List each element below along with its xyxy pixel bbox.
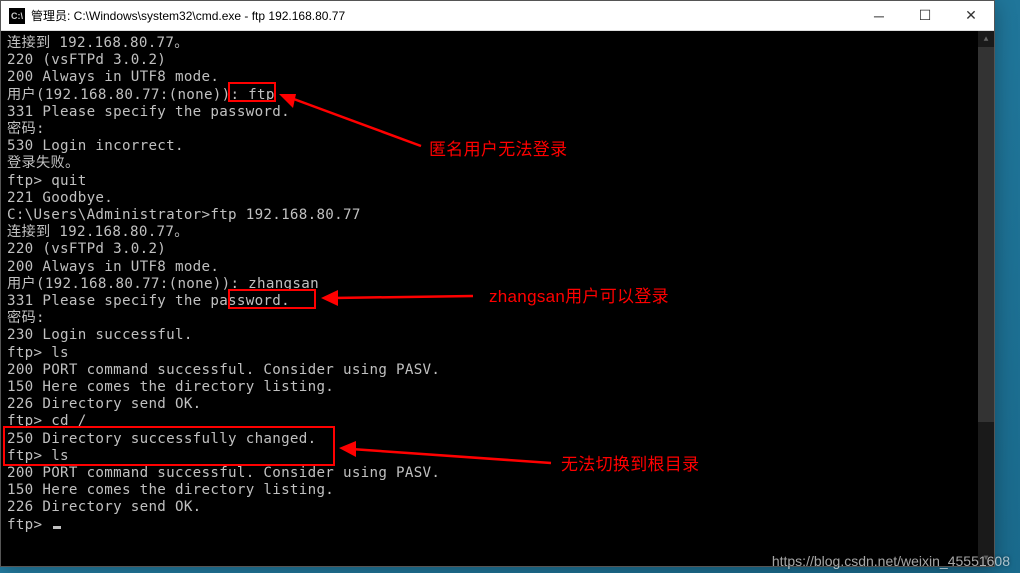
scrollbar[interactable]: ▲ ▼ <box>978 31 994 566</box>
terminal-line: 226 Directory send OK. <box>7 396 988 413</box>
terminal-line: 连接到 192.168.80.77。 <box>7 35 988 52</box>
terminal-line: 331 Please specify the password. <box>7 104 988 121</box>
terminal-window: C:\ 管理员: C:\Windows\system32\cmd.exe - f… <box>0 0 995 567</box>
terminal-line: 200 Always in UTF8 mode. <box>7 69 988 86</box>
terminal-line: 530 Login incorrect. <box>7 138 988 155</box>
window-controls: ─ ☐ ✕ <box>856 1 994 30</box>
terminal-line: 150 Here comes the directory listing. <box>7 482 988 499</box>
terminal-line: 连接到 192.168.80.77。 <box>7 224 988 241</box>
window-title: 管理员: C:\Windows\system32\cmd.exe - ftp 1… <box>31 7 856 24</box>
maximize-button[interactable]: ☐ <box>902 1 948 30</box>
terminal-line: ftp> ls <box>7 448 988 465</box>
terminal-line: 331 Please specify the password. <box>7 293 988 310</box>
terminal-line: 150 Here comes the directory listing. <box>7 379 988 396</box>
terminal-line: 226 Directory send OK. <box>7 499 988 516</box>
cmd-icon: C:\ <box>9 8 25 24</box>
prompt: ftp> <box>7 517 51 533</box>
titlebar[interactable]: C:\ 管理员: C:\Windows\system32\cmd.exe - f… <box>1 1 994 31</box>
terminal-line: 221 Goodbye. <box>7 190 988 207</box>
terminal-line: C:\Users\Administrator>ftp 192.168.80.77 <box>7 207 988 224</box>
terminal-line: 200 PORT command successful. Consider us… <box>7 362 988 379</box>
terminal-line: 用户(192.168.80.77:(none)): zhangsan <box>7 276 988 293</box>
terminal-line: 200 Always in UTF8 mode. <box>7 259 988 276</box>
scrollbar-thumb[interactable] <box>978 47 994 422</box>
terminal-line: 密码: <box>7 310 988 327</box>
terminal-line: 登录失败。 <box>7 155 988 172</box>
terminal-line: 250 Directory successfully changed. <box>7 431 988 448</box>
terminal-line: ftp> quit <box>7 173 988 190</box>
terminal-line: 200 PORT command successful. Consider us… <box>7 465 988 482</box>
terminal-content[interactable]: 连接到 192.168.80.77。 220 (vsFTPd 3.0.2) 20… <box>1 31 994 566</box>
terminal-line: 220 (vsFTPd 3.0.2) <box>7 241 988 258</box>
cursor <box>53 526 61 529</box>
terminal-line: ftp> ls <box>7 345 988 362</box>
minimize-button[interactable]: ─ <box>856 1 902 30</box>
terminal-line: 密码: <box>7 121 988 138</box>
watermark: https://blog.csdn.net/weixin_45551608 <box>772 553 1010 569</box>
close-button[interactable]: ✕ <box>948 1 994 30</box>
terminal-line: 230 Login successful. <box>7 327 988 344</box>
scroll-up-button[interactable]: ▲ <box>978 31 994 47</box>
terminal-line: 220 (vsFTPd 3.0.2) <box>7 52 988 69</box>
terminal-line: 用户(192.168.80.77:(none)): ftp <box>7 87 988 104</box>
terminal-line: ftp> cd / <box>7 413 988 430</box>
terminal-line: ftp> <box>7 517 988 534</box>
